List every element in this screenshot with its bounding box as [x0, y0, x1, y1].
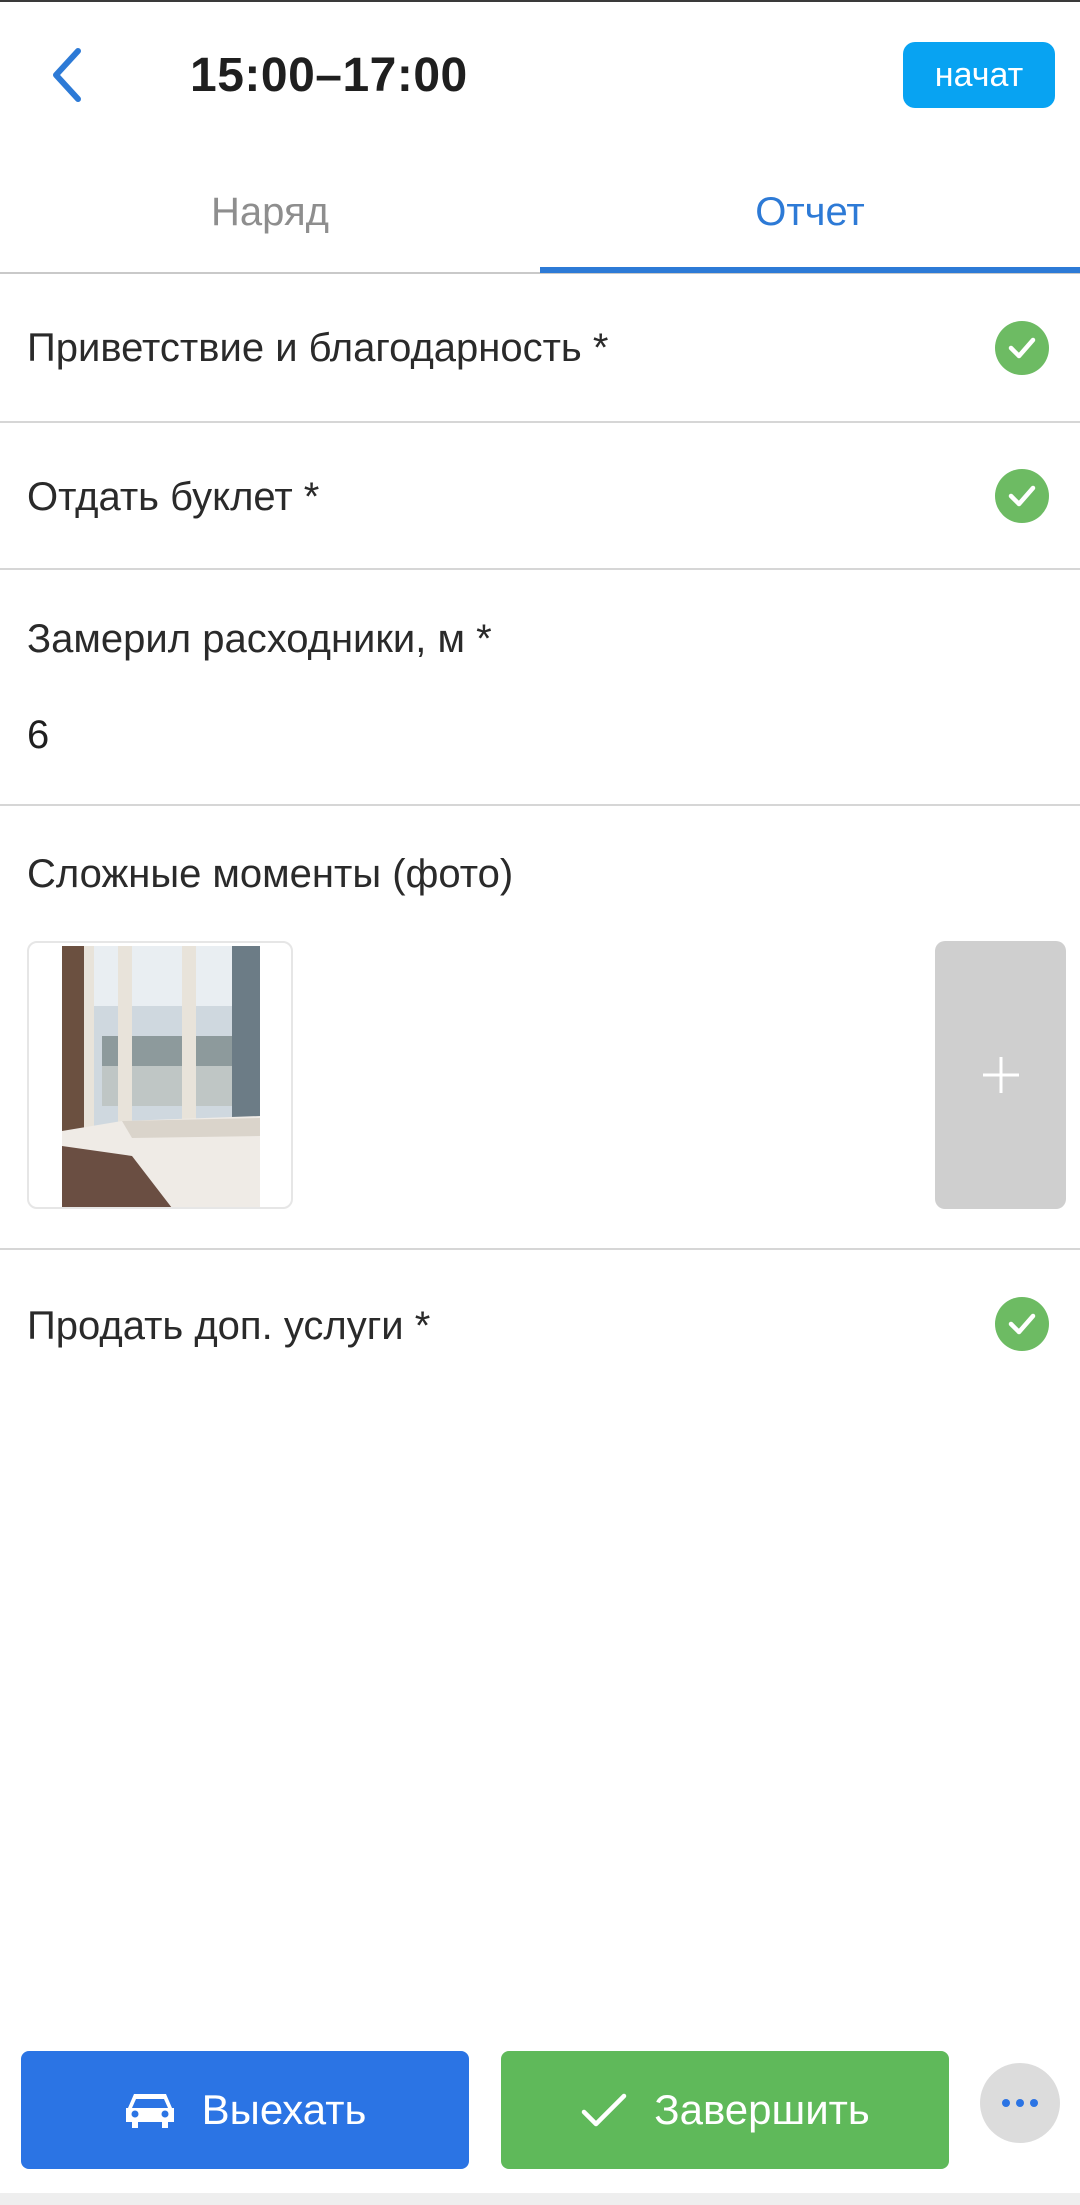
- tab-order[interactable]: Наряд: [0, 150, 540, 274]
- chevron-left-icon: [53, 48, 81, 102]
- report-item-label: Отдать буклет *: [27, 475, 320, 519]
- car-icon: [125, 2094, 174, 2128]
- ellipsis-icon: [1002, 2099, 1038, 2107]
- report-item-greeting[interactable]: Приветствие и благодарность *: [0, 276, 1080, 423]
- report-item-label: Сложные моменты (фото): [27, 852, 514, 896]
- leave-button-label: Выехать: [201, 2086, 367, 2133]
- window-photo-image: [62, 946, 260, 1207]
- more-options-button[interactable]: [980, 2063, 1060, 2143]
- status-button[interactable]: начат: [903, 42, 1055, 108]
- add-photo-button[interactable]: [935, 941, 1066, 1209]
- active-tab-indicator: [540, 267, 1080, 273]
- back-button[interactable]: [36, 40, 96, 110]
- leave-button[interactable]: Выехать: [21, 2051, 469, 2169]
- finish-button[interactable]: Завершить: [501, 2051, 949, 2169]
- tab-bar: Наряд Отчет: [0, 150, 1080, 274]
- report-item-upsell[interactable]: Продать доп. услуги *: [0, 1250, 1080, 1400]
- report-item-label: Продать доп. услуги *: [27, 1304, 431, 1348]
- report-item-consumables: Замерил расходники, м * 6: [0, 570, 1080, 806]
- report-item-booklet[interactable]: Отдать буклет *: [0, 423, 1080, 570]
- check-circle-icon[interactable]: [995, 321, 1049, 375]
- check-circle-icon[interactable]: [995, 1297, 1049, 1351]
- tab-report[interactable]: Отчет: [540, 150, 1080, 274]
- report-item-label: Приветствие и благодарность *: [27, 326, 609, 370]
- plus-icon: [982, 1057, 1019, 1093]
- consumables-value-field[interactable]: 6: [27, 713, 49, 758]
- page-title: 15:00–17:00: [190, 49, 468, 102]
- nav-bar-edge: [0, 2193, 1080, 2205]
- photo-thumbnail[interactable]: [27, 941, 293, 1209]
- bottom-action-bar: Выехать Завершить: [0, 2035, 1080, 2205]
- check-circle-icon[interactable]: [995, 469, 1049, 523]
- checkmark-icon: [581, 2093, 627, 2127]
- app-header: 15:00–17:00 начат: [0, 2, 1080, 150]
- finish-button-label: Завершить: [654, 2086, 870, 2133]
- report-item-label: Замерил расходники, м *: [27, 617, 492, 661]
